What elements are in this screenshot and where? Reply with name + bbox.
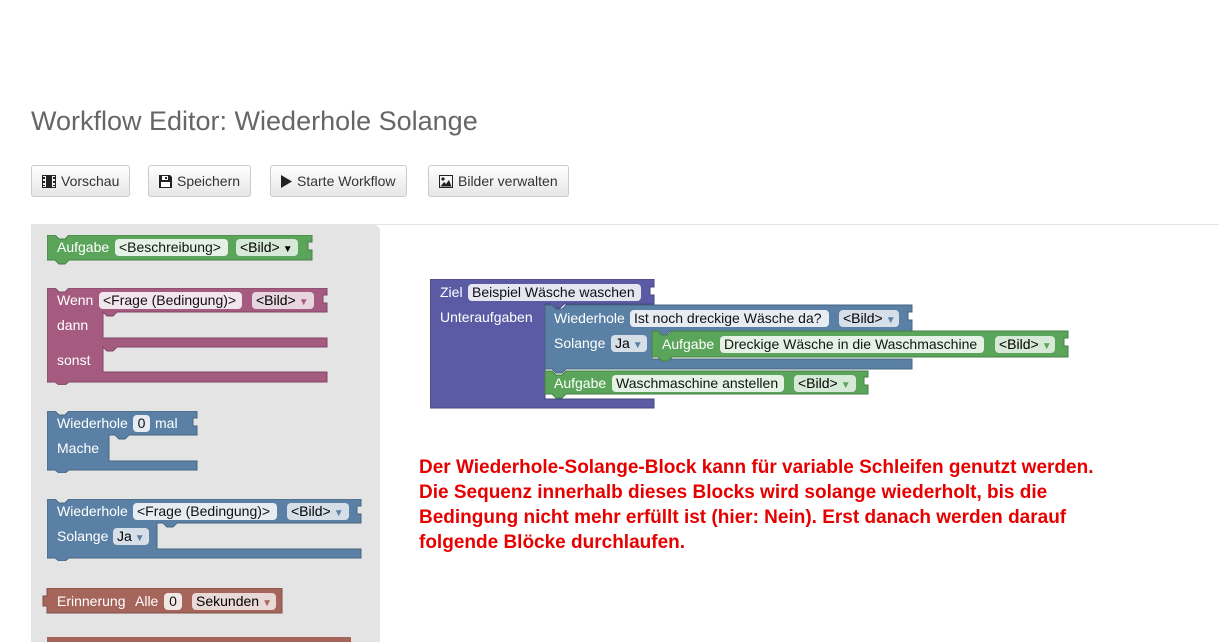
play-icon xyxy=(281,174,292,188)
toolbox-task-block[interactable]: Aufgabe <Beschreibung> <Bild> ▼ xyxy=(47,235,317,265)
preview-button[interactable]: Vorschau xyxy=(31,165,131,197)
loop-answer-dropdown[interactable]: Ja ▼ xyxy=(611,335,647,352)
save-label: Speichern xyxy=(177,173,241,189)
task-description-field[interactable]: <Beschreibung> xyxy=(115,239,228,256)
loop-label: Wiederhole xyxy=(554,310,625,326)
loop-image-value: <Bild> xyxy=(843,310,883,326)
if-then-label: dann xyxy=(57,317,89,333)
block-toolbox: Aufgabe <Beschreibung> <Bild> ▼ Wenn <Fra… xyxy=(31,225,380,642)
after-task-image-value: <Bild> xyxy=(798,375,838,391)
reminder-count-field[interactable]: 0 xyxy=(164,593,182,610)
chevron-down-icon: ▼ xyxy=(840,380,851,391)
manage-images-button[interactable]: Bilder verwalten xyxy=(428,165,569,197)
page-title: Workflow Editor: Wiederhole Solange xyxy=(31,106,478,136)
start-workflow-label: Starte Workflow xyxy=(297,173,396,189)
after-task-label: Aufgabe xyxy=(554,375,607,391)
description-line: Bedingung nicht mehr erfüllt ist (hier: … xyxy=(419,507,1067,528)
repeat-while-image-value: <Bild> xyxy=(291,503,331,519)
inner-task-label: Aufgabe xyxy=(662,336,715,352)
save-button[interactable]: Speichern xyxy=(148,165,252,197)
picture-icon xyxy=(439,174,453,188)
repeat-while-while-label: Solange xyxy=(57,528,109,544)
repeat-while-label: Wiederhole xyxy=(57,503,128,519)
toolbox-repeat-times-block[interactable]: Wiederhole 0 mal Mache xyxy=(47,411,217,473)
toolbox-if-block[interactable]: Wenn <Frage (Bedingung)> <Bild> ▼ dann so… xyxy=(47,288,331,385)
chevron-down-icon: ▼ xyxy=(282,244,293,255)
manage-images-label: Bilder verwalten xyxy=(458,173,558,189)
repeat-count-field[interactable]: 0 xyxy=(133,415,150,432)
task-image-dropdown[interactable]: <Bild> ▼ xyxy=(236,239,298,256)
chevron-down-icon: ▼ xyxy=(885,315,896,326)
repeat-while-condition-field[interactable]: <Frage (Bedingung)> xyxy=(133,503,277,520)
repeat-do-label: Mache xyxy=(57,440,100,456)
loop-answer-value: Ja xyxy=(615,335,630,351)
repeat-while-answer-dropdown[interactable]: Ja ▼ xyxy=(113,528,149,545)
inner-task-name-field[interactable]: Dreckige Wäsche in die Waschmaschine xyxy=(720,336,984,353)
after-task-name-field[interactable]: Waschmaschine anstellen xyxy=(612,375,784,392)
inner-task-image-value: <Bild> xyxy=(999,336,1039,352)
chevron-down-icon: ▼ xyxy=(333,508,344,519)
repeat-while-image-dropdown[interactable]: <Bild> ▼ xyxy=(287,503,349,520)
reminder-unit-value: Sekunden xyxy=(196,593,260,609)
reminder-every-label: Alle xyxy=(135,593,159,609)
chevron-down-icon: ▼ xyxy=(262,598,272,609)
description-line: folgende Blöcke durchlaufen. xyxy=(419,532,686,553)
if-image-dropdown[interactable]: <Bild> ▼ xyxy=(252,292,314,309)
task-image-value: <Bild> xyxy=(240,239,280,255)
chevron-down-icon: ▼ xyxy=(632,340,643,351)
preview-label: Vorschau xyxy=(61,173,120,189)
description-line: Die Sequenz innerhalb dieses Blocks wird… xyxy=(419,482,1048,503)
repeat-while-answer-value: Ja xyxy=(117,528,132,544)
loop-image-dropdown[interactable]: <Bild> ▼ xyxy=(839,310,899,327)
reminder-label: Erinnerung xyxy=(57,593,126,609)
toolbox-repeat-while-block[interactable]: Wiederhole <Frage (Bedingung)> <Bild> ▼ S… xyxy=(47,499,363,561)
loop-question-field[interactable]: Ist noch dreckige Wäsche da? xyxy=(630,310,829,327)
goal-name-field[interactable]: Beispiel Wäsche waschen xyxy=(468,284,641,301)
if-condition-field[interactable]: <Frage (Bedingung)> xyxy=(99,292,242,309)
after-task-image-dropdown[interactable]: <Bild> ▼ xyxy=(794,375,856,392)
chevron-down-icon: ▼ xyxy=(298,297,309,308)
task-label: Aufgabe xyxy=(57,239,110,255)
description-text: Der Wiederhole-Solange-Block kann für va… xyxy=(419,455,1199,555)
repeat-times-label: Wiederhole xyxy=(57,415,128,431)
loop-while-label: Solange xyxy=(554,335,606,351)
goal-subtasks-label: Unteraufgaben xyxy=(440,309,533,325)
workspace-goal-block[interactable]: Ziel Beispiel Wäsche waschen Unteraufgab… xyxy=(430,279,1090,411)
reminder-unit-dropdown[interactable]: Sekunden ▼ xyxy=(192,593,276,610)
chevron-down-icon: ▼ xyxy=(134,533,145,544)
if-label: Wenn xyxy=(57,292,94,308)
film-icon xyxy=(42,174,56,188)
if-image-value: <Bild> xyxy=(256,292,296,308)
goal-label: Ziel xyxy=(440,284,463,300)
floppy-icon xyxy=(159,174,172,188)
start-workflow-button[interactable]: Starte Workflow xyxy=(270,165,407,197)
description-line: Der Wiederhole-Solange-Block kann für va… xyxy=(419,457,1094,478)
if-else-label: sonst xyxy=(57,352,91,368)
repeat-times-suffix: mal xyxy=(155,415,178,431)
toolbox-reminder-block[interactable]: Erinnerung Alle 0 Sekunden ▼ xyxy=(39,588,285,616)
toolbox-partial-block[interactable] xyxy=(47,637,351,642)
chevron-down-icon: ▼ xyxy=(1041,341,1052,352)
inner-task-image-dropdown[interactable]: <Bild> ▼ xyxy=(995,336,1055,353)
